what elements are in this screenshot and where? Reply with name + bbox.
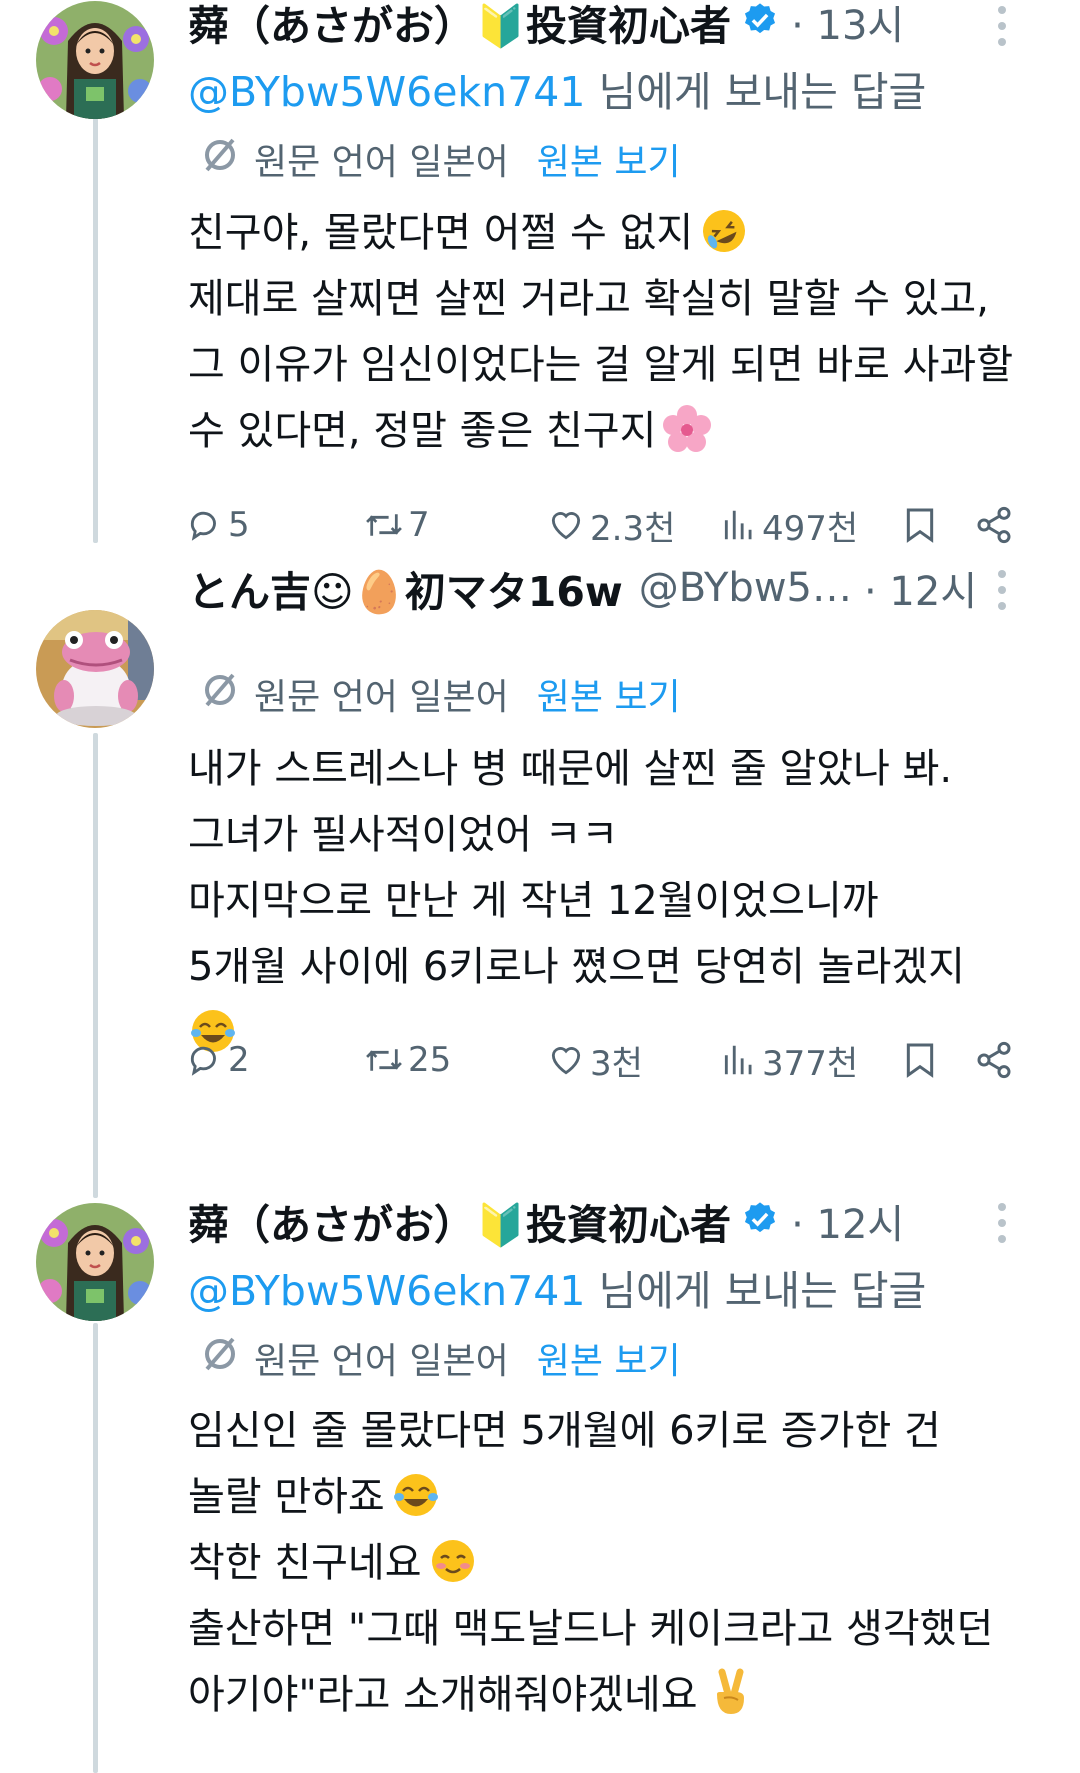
- like-button[interactable]: 3천: [546, 1030, 643, 1090]
- reply-count: 2: [228, 1040, 250, 1080]
- rolling-laughing-emoji-icon: [703, 210, 746, 252]
- repost-button[interactable]: 7: [364, 495, 430, 555]
- views-button[interactable]: 497천: [720, 495, 858, 555]
- thread-line: [93, 1323, 98, 1773]
- views-count: 377천: [762, 1043, 859, 1084]
- translate-icon: [200, 670, 240, 719]
- show-original-link[interactable]: 원본 보기: [537, 133, 681, 185]
- post-text: 친구야, 몰랐다면 어쩔 수 없지 제대로 살찌면 살찐 거라고 확실히 말할 …: [188, 200, 1048, 464]
- views-count: 497천: [762, 508, 859, 549]
- bookmark-icon: [906, 1043, 934, 1078]
- author-handle[interactable]: @BYbw5…: [639, 565, 852, 611]
- bookmark-button[interactable]: [900, 495, 944, 555]
- post-text: 임신인 줄 몰랐다면 5개월에 6키로 증가한 건 놀랄 만하죠 착한 친구네요…: [188, 1398, 1048, 1728]
- text-line: 출산하면 "그때 맥도날드나 케이크라고 생각했던: [188, 1606, 994, 1652]
- more-options-icon[interactable]: [996, 4, 1008, 52]
- like-count: 2.3천: [590, 508, 676, 549]
- reply-to-suffix: 님에게 보내는 답글: [585, 1267, 927, 1315]
- post-time[interactable]: · 13시: [791, 0, 904, 51]
- like-count: 3천: [590, 1043, 643, 1084]
- avatar[interactable]: [36, 1, 154, 119]
- reply-to-handle-link[interactable]: @BYbw5W6ekn741: [188, 68, 585, 116]
- cherry-blossom-emoji-icon: [663, 405, 712, 452]
- like-button[interactable]: 2.3천: [546, 495, 675, 555]
- verified-badge-icon: [741, 1200, 779, 1242]
- translate-icon: [200, 135, 240, 184]
- translation-notice: 원문 언어 일본어 원본 보기: [200, 131, 681, 187]
- repost-count: 25: [408, 1040, 452, 1080]
- text-line: 제대로 살찌면 살찐 거라고 확실히 말할 수 있고,: [188, 276, 989, 322]
- share-icon: [977, 1041, 1011, 1079]
- post-header: 蕣（あさがお）🔰投資初心者 · 13시: [188, 0, 1080, 52]
- more-options-icon[interactable]: [996, 1201, 1008, 1249]
- bookmark-button[interactable]: [900, 1030, 944, 1090]
- repost-icon: [366, 1049, 402, 1071]
- text-line: 그녀가 필사적이었어 ㅋㅋ: [188, 812, 619, 858]
- share-button[interactable]: [974, 1030, 1018, 1090]
- translate-label: 원문 언어 일본어: [254, 1341, 509, 1382]
- action-bar: 2 25 3천 377천: [186, 1030, 1026, 1090]
- thread-line: [93, 733, 98, 1198]
- replying-to: @BYbw5W6ekn741 님에게 보내는 답글: [188, 58, 926, 118]
- reply-icon: [190, 1046, 216, 1076]
- more-options-icon[interactable]: [996, 568, 1008, 616]
- post-header: 蕣（あさがお）🔰投資初心者 · 12시: [188, 1191, 1080, 1251]
- bookmark-icon: [906, 508, 934, 543]
- text-line: 놀랄 만하죠: [188, 1474, 385, 1520]
- avatar[interactable]: [36, 610, 154, 728]
- replying-to: @BYbw5W6ekn741 님에게 보내는 답글: [188, 1257, 926, 1317]
- smiling-blush-emoji-icon: [431, 1540, 474, 1582]
- text-line: 아기야"라고 소개해줘야겠네요: [188, 1672, 698, 1718]
- share-icon: [977, 506, 1011, 544]
- verified-badge-icon: [741, 1, 779, 43]
- translation-notice: 원문 언어 일본어 원본 보기: [200, 1330, 681, 1386]
- reply-button[interactable]: 5: [186, 495, 250, 555]
- post-time[interactable]: · 12시: [791, 1192, 904, 1250]
- translate-label: 원문 언어 일본어: [254, 142, 509, 183]
- text-line: 마지막으로 만난 게 작년 12월이었으니까: [188, 878, 879, 924]
- text-line: 임신인 줄 몰랐다면 5개월에 6키로 증가한 건: [188, 1408, 941, 1454]
- show-original-link[interactable]: 원본 보기: [537, 668, 681, 720]
- thread-line: [93, 118, 98, 543]
- views-chart-icon: [724, 510, 752, 540]
- action-bar: 5 7 2.3천 497천: [186, 495, 1026, 555]
- author-name[interactable]: 蕣（あさがお）🔰投資初心者: [188, 0, 731, 52]
- heart-icon: [551, 512, 581, 540]
- show-original-link[interactable]: 원본 보기: [537, 1332, 681, 1384]
- post-text: 내가 스트레스나 병 때문에 살찐 줄 알았나 봐. 그녀가 필사적이었어 ㅋㅋ…: [188, 736, 1048, 1066]
- post-time[interactable]: · 12시: [864, 559, 977, 617]
- share-button[interactable]: [974, 495, 1018, 555]
- text-line: 친구야, 몰랐다면 어쩔 수 없지: [188, 210, 694, 256]
- translate-icon: [200, 1334, 240, 1383]
- post-header: とん吉☺︎🥚初マタ16w @BYbw5… · 12시: [188, 558, 1080, 618]
- translation-notice: 원문 언어 일본어 원본 보기: [200, 666, 681, 722]
- reply-to-suffix: 님에게 보내는 답글: [585, 68, 927, 116]
- text-line: 착한 친구네요: [188, 1540, 422, 1586]
- views-chart-icon: [724, 1045, 752, 1075]
- reply-to-handle-link[interactable]: @BYbw5W6ekn741: [188, 1267, 585, 1315]
- author-name[interactable]: とん吉☺︎🥚初マタ16w: [188, 558, 623, 618]
- reply-icon: [190, 511, 216, 541]
- text-line: 5개월 사이에 6키로나 쪘으면 당연히 놀라겠지: [188, 944, 965, 990]
- text-line: 수 있다면, 정말 좋은 친구지: [188, 408, 657, 454]
- translate-label: 원문 언어 일본어: [254, 677, 509, 718]
- repost-button[interactable]: 25: [364, 1030, 451, 1090]
- heart-icon: [551, 1047, 581, 1075]
- tears-of-joy-emoji-icon: [393, 1474, 438, 1516]
- reply-button[interactable]: 2: [186, 1030, 250, 1090]
- views-button[interactable]: 377천: [720, 1030, 858, 1090]
- author-name[interactable]: 蕣（あさがお）🔰投資初心者: [188, 1191, 731, 1251]
- text-line: 그 이유가 임신이었다는 걸 알게 되면 바로 사과할: [188, 342, 1014, 388]
- repost-icon: [366, 514, 402, 536]
- reply-count: 5: [228, 505, 250, 545]
- victory-hand-emoji-icon: [716, 1668, 744, 1714]
- repost-count: 7: [408, 505, 430, 545]
- avatar[interactable]: [36, 1203, 154, 1321]
- text-line: 내가 스트레스나 병 때문에 살찐 줄 알았나 봐.: [188, 746, 953, 792]
